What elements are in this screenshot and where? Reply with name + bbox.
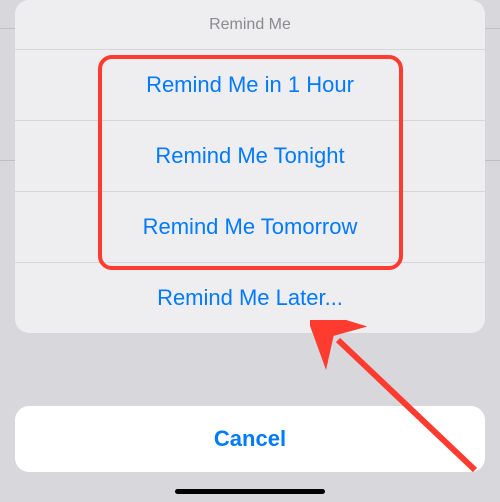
- cancel-button[interactable]: Cancel: [15, 406, 485, 472]
- home-indicator: [175, 489, 325, 494]
- remind-tomorrow-option[interactable]: Remind Me Tomorrow: [15, 191, 485, 262]
- sheet-title: Remind Me: [15, 0, 485, 49]
- remind-later-option[interactable]: Remind Me Later...: [15, 262, 485, 333]
- remind-1-hour-option[interactable]: Remind Me in 1 Hour: [15, 49, 485, 120]
- remind-tonight-option[interactable]: Remind Me Tonight: [15, 120, 485, 191]
- remind-me-action-sheet: Remind Me Remind Me in 1 Hour Remind Me …: [15, 0, 485, 333]
